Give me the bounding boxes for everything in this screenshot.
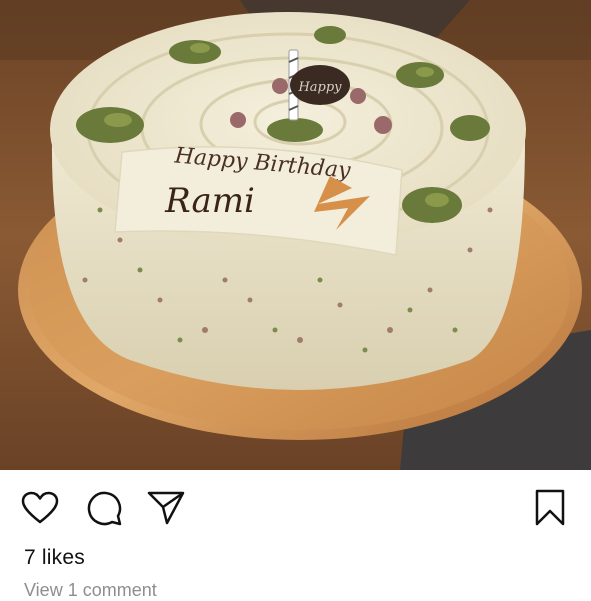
cake-inscription-line2: Rami <box>164 181 255 221</box>
heart-icon <box>21 491 59 524</box>
like-button[interactable] <box>20 488 60 528</box>
share-button[interactable] <box>146 488 186 528</box>
save-button[interactable] <box>530 488 570 528</box>
bookmark-icon <box>535 489 565 526</box>
cake-topper-text: Happy <box>297 80 342 95</box>
post-actions-bar <box>0 470 591 548</box>
paper-plane-icon <box>147 491 185 525</box>
comment-button[interactable] <box>84 488 124 528</box>
cake-image: Happy Happy Birthday Rami <box>0 0 591 470</box>
post-photo[interactable]: Happy Happy Birthday Rami <box>0 0 591 470</box>
comment-bubble-icon <box>87 491 122 526</box>
likes-count[interactable]: 7 likes <box>24 546 85 570</box>
